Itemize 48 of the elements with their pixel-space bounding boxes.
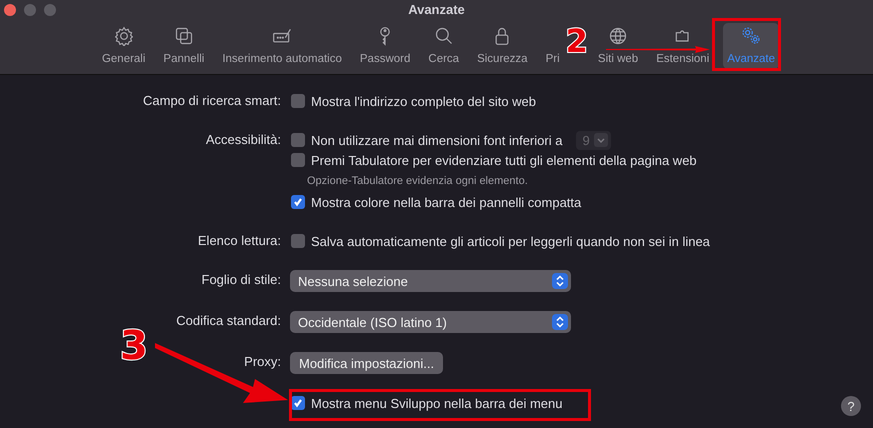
gear-icon bbox=[114, 26, 134, 46]
toolbar-tab[interactable]: Sicurezza bbox=[473, 23, 532, 69]
setting-label: Accessibilità: bbox=[204, 131, 282, 149]
chevron-icon bbox=[594, 133, 608, 147]
toolbar-tab[interactable]: Generali bbox=[98, 23, 150, 69]
popup-menu[interactable]: Nessuna selezione bbox=[290, 270, 571, 292]
checkbox-label: Mostra colore nella barra dei pannelli compatta bbox=[311, 194, 582, 210]
checkbox[interactable] bbox=[291, 153, 305, 167]
step-number: 3 bbox=[120, 326, 148, 366]
minimize-button[interactable] bbox=[24, 4, 36, 16]
stepper-icon bbox=[552, 314, 568, 330]
step-number: 2 bbox=[566, 25, 588, 57]
toolbar-tab[interactable]: Siti web bbox=[594, 23, 642, 69]
checkbox-label: Salva automaticamente gli articoli per leggerli quando non sei in linea bbox=[311, 234, 710, 248]
toolbar-tab[interactable]: Inserimento automatico bbox=[218, 23, 346, 69]
checkbox-label: Mostra l'indirizzo completo del sito web bbox=[311, 94, 536, 108]
popup-menu[interactable]: Occidentale (ISO latino 1) bbox=[290, 311, 571, 333]
hint-text: Opzione-Tabulatore evidenzia ogni elemento. bbox=[306, 174, 529, 189]
toolbar-tab[interactable]: Pannelli bbox=[159, 23, 208, 69]
checkbox[interactable] bbox=[291, 94, 305, 108]
checkbox[interactable] bbox=[291, 234, 305, 248]
checkbox-label: Mostra menu Sviluppo nella barra dei menu bbox=[311, 396, 562, 410]
highlight-frame bbox=[712, 18, 781, 71]
globe-icon bbox=[608, 26, 628, 46]
toolbar-tab[interactable]: Pri bbox=[542, 23, 564, 69]
setting-label: Proxy: bbox=[243, 353, 282, 371]
close-button[interactable] bbox=[4, 4, 16, 16]
window-title: Avanzate bbox=[408, 1, 465, 18]
gears-icon bbox=[741, 26, 762, 46]
setting-label: Elenco lettura: bbox=[196, 232, 282, 250]
search-icon bbox=[434, 26, 454, 46]
setting-label: Campo di ricerca smart: bbox=[142, 92, 282, 110]
toolbar-tab[interactable]: Password bbox=[356, 23, 414, 69]
toolbar-tab[interactable]: Avanzate bbox=[723, 23, 779, 69]
tabs-icon bbox=[174, 26, 194, 46]
checkbox-label: Non utilizzare mai dimensioni font inferiori a bbox=[311, 132, 562, 148]
checkbox[interactable] bbox=[291, 133, 305, 147]
toolbar-tab[interactable]: Cerca bbox=[424, 23, 464, 69]
toolbar-tab[interactable]: Estensioni bbox=[652, 23, 714, 69]
setting-label: Foglio di stile: bbox=[200, 271, 282, 289]
checkbox-label: Premi Tabulatore per evidenziare tutti gli elementi della pagina web bbox=[311, 152, 697, 168]
checkbox[interactable] bbox=[291, 396, 305, 410]
checkbox[interactable] bbox=[291, 195, 305, 209]
settings-button[interactable]: Modifica impostazioni... bbox=[290, 352, 444, 374]
stepper-icon bbox=[552, 273, 568, 289]
zoom-button[interactable] bbox=[44, 4, 56, 16]
setting-label: Codifica standard: bbox=[175, 312, 282, 330]
help-button[interactable]: ? bbox=[841, 396, 861, 416]
